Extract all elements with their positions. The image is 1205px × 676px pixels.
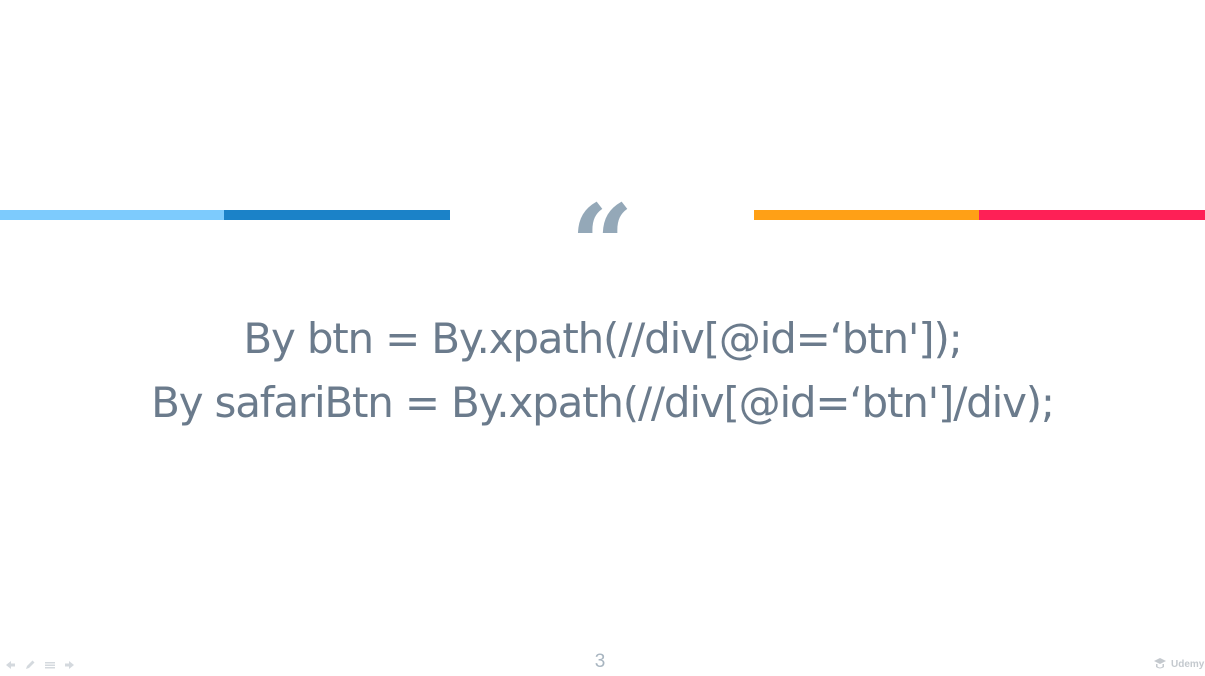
accent-bar-blue — [224, 210, 450, 220]
pen-icon[interactable] — [24, 659, 36, 671]
quote-text: By btn = By.xpath(//div[@id=‘btn']); By … — [0, 307, 1205, 435]
udemy-brand: Udemy — [1152, 656, 1204, 672]
next-arrow-icon[interactable] — [64, 659, 76, 671]
menu-icon[interactable] — [44, 659, 56, 671]
quote-mark-icon: “ — [570, 180, 634, 309]
page-number: 3 — [594, 651, 606, 672]
quote-line-2: By safariBtn = By.xpath(//div[@id=‘btn']… — [151, 378, 1055, 427]
slide: “ By btn = By.xpath(//div[@id=‘btn']); B… — [0, 0, 1205, 676]
accent-bar-red — [979, 210, 1205, 220]
brand-name: Udemy — [1171, 658, 1205, 670]
quote-line-1: By btn = By.xpath(//div[@id=‘btn']); — [243, 314, 962, 363]
udemy-logo-icon — [1152, 657, 1168, 671]
accent-bar-orange — [754, 210, 979, 220]
accent-bar-light-blue — [0, 210, 224, 220]
prev-arrow-icon[interactable] — [4, 659, 16, 671]
presentation-controls — [4, 658, 76, 672]
